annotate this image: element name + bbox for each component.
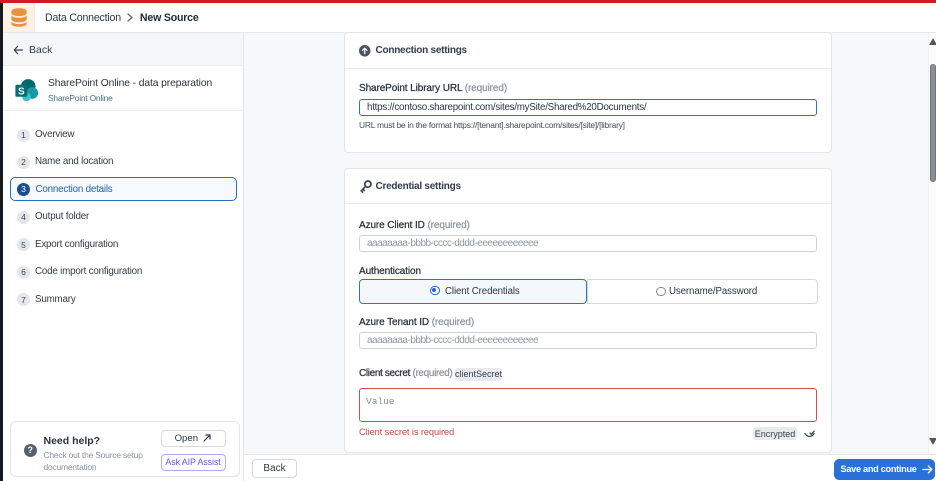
svg-text:S: S [18, 86, 25, 97]
